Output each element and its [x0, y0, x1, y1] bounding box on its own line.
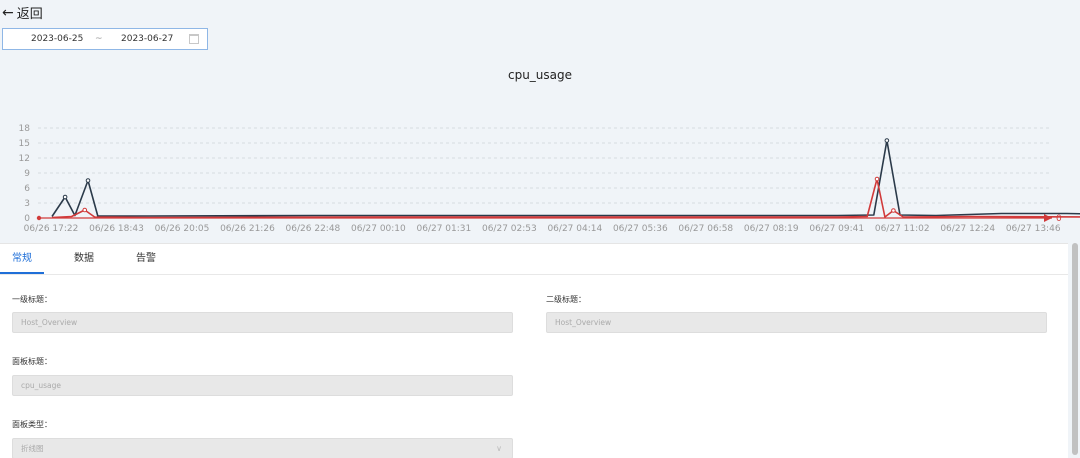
y-tick-label: 12: [19, 154, 30, 164]
title2-input[interactable]: Host_Overview: [546, 312, 1047, 333]
y-tick-label: 9: [24, 169, 30, 179]
back-label: 返回: [16, 7, 43, 22]
title1-input[interactable]: Host_Overview: [12, 312, 513, 333]
chart-title: cpu_usage: [507, 68, 573, 82]
x-tick-label: 06/27 11:02: [875, 224, 930, 234]
series-point: [891, 208, 896, 213]
x-tick-label: 06/27 12:24: [940, 224, 995, 234]
calendar-icon: [189, 34, 199, 44]
series-point: [62, 194, 68, 200]
x-tick-label: 06/27 09:41: [809, 224, 864, 234]
panel-type-label: 面板类型：: [12, 420, 52, 429]
date-separator: ~: [95, 34, 103, 44]
panel-title-label: 面板标题：: [12, 357, 52, 366]
x-tick-label: 06/27 08:19: [744, 224, 799, 234]
x-tick-label: 06/27 00:10: [351, 224, 406, 234]
series-line-0: [51, 139, 1080, 217]
end-value-label: 0: [1056, 214, 1062, 224]
x-tick-label: 06/27 05:36: [613, 224, 668, 234]
series-line-1: [51, 178, 1080, 219]
tab-bar: 常规 数据 告警: [0, 244, 1068, 275]
panel-type-select[interactable]: 折线图 ∨: [12, 438, 513, 458]
series-point: [82, 207, 88, 213]
scrollbar[interactable]: [1072, 243, 1078, 455]
x-tick-label: 06/27 06:58: [678, 224, 733, 234]
x-tick-label: 06/26 20:05: [155, 224, 210, 234]
y-tick-label: 18: [19, 124, 31, 134]
x-tick-label: 06/26 18:43: [89, 224, 144, 234]
title1-label: 一级标题：: [12, 295, 52, 304]
y-tick-label: 6: [24, 184, 30, 194]
series-point: [884, 138, 890, 143]
panel-type-value: 折线图: [21, 444, 44, 453]
tab-general[interactable]: 常规: [0, 244, 44, 274]
x-tick-label: 06/27 02:53: [482, 224, 537, 234]
series-point: [874, 176, 880, 182]
x-tick-label: 06/26 17:22: [24, 224, 79, 234]
tab-data[interactable]: 数据: [62, 244, 106, 274]
x-tick-label: 06/27 13:46: [1006, 224, 1061, 234]
settings-panel: 常规 数据 告警 一级标题： Host_Overview 二级标题： Host_…: [0, 243, 1068, 458]
axis-arrow-icon: [1044, 214, 1052, 222]
axis-origin-dot: [36, 215, 42, 221]
y-tick-label: 3: [24, 199, 30, 209]
start-date[interactable]: 2023-06-25: [31, 34, 83, 44]
title2-label: 二级标题：: [546, 295, 586, 304]
x-tick-label: 06/27 01:31: [417, 224, 472, 234]
x-tick-label: 06/26 21:26: [220, 224, 275, 234]
y-tick-label: 15: [19, 139, 30, 149]
chevron-down-icon: ∨: [496, 444, 502, 453]
panel-title-input[interactable]: cpu_usage: [12, 375, 513, 396]
arrow-left-icon: ←: [2, 4, 14, 21]
date-range-picker[interactable]: 2023-06-25 ~ 2023-06-27: [2, 28, 208, 50]
y-tick-label: 0: [24, 214, 30, 224]
x-tick-label: 06/27 04:14: [547, 224, 602, 234]
series-point: [85, 178, 91, 183]
x-tick-label: 06/26 22:48: [286, 224, 341, 234]
tab-alerts[interactable]: 告警: [124, 244, 168, 274]
end-date[interactable]: 2023-06-27: [121, 34, 173, 44]
cpu-usage-chart: 0 3 6 9 12 15 18 06/26 17:22 06/26 18:43 06/26 20…: [19, 124, 1080, 234]
back-link[interactable]: ← 返回: [2, 3, 43, 23]
